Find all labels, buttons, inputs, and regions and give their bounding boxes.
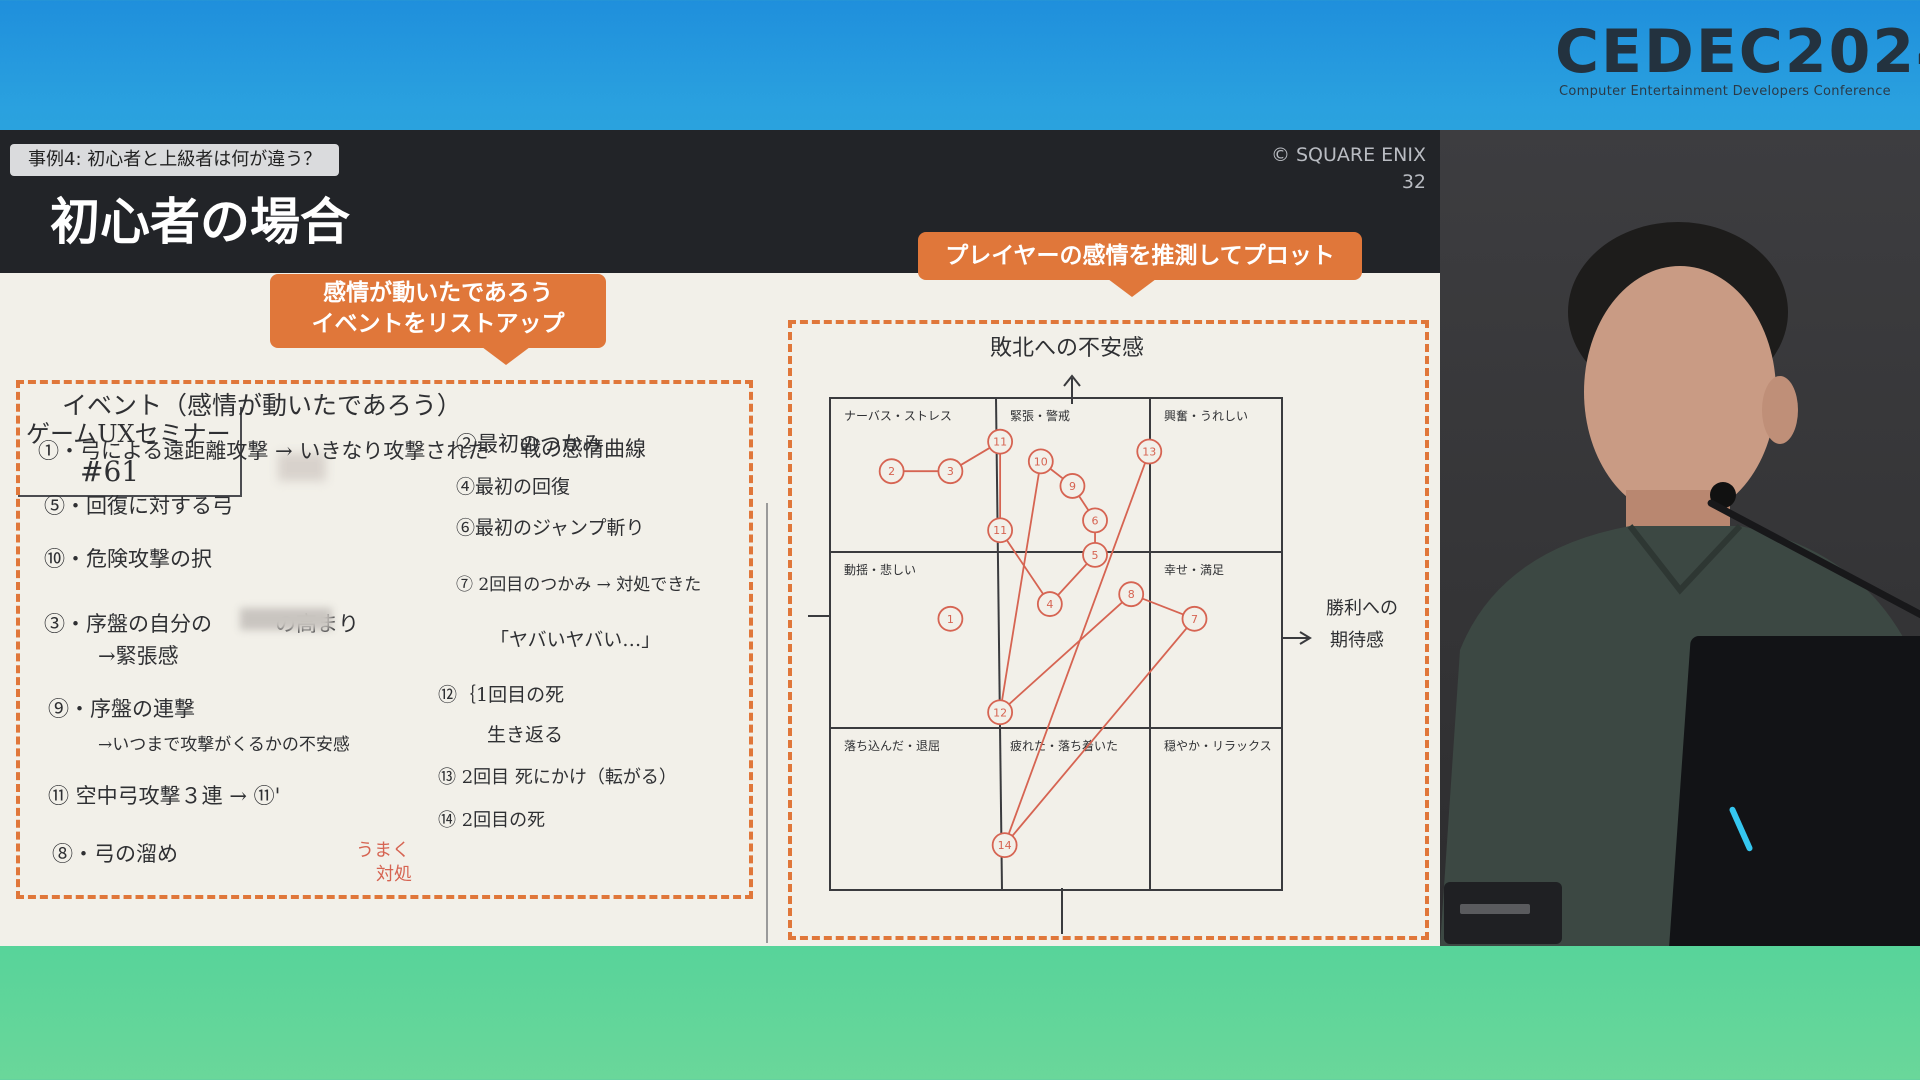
grid-cell-label: 緊張・警戒: [1010, 408, 1070, 423]
grid-cell-label: 動揺・悲しい: [844, 562, 916, 577]
grid-cell-label: ナーバス・ストレス: [844, 409, 952, 423]
cedec-logo: CEDEC2024 Computer Entertainment Develop…: [1555, 17, 1920, 99]
device-display: [1460, 904, 1530, 914]
plot-point-label: 7: [1191, 613, 1198, 626]
laptop: [1669, 636, 1920, 946]
plot-point-label: 14: [998, 839, 1012, 852]
plot-arrow: [1003, 618, 1196, 846]
plot-point-label: 9: [1069, 480, 1076, 493]
grid-cell-label: 疲れた・落ち着いた: [1010, 738, 1118, 753]
plot-point-label: 3: [947, 465, 954, 478]
grid-cell-label: 穏やか・リラックス: [1164, 739, 1272, 753]
plot-point-label: 13: [1142, 446, 1156, 459]
plot-point-label: 11: [993, 436, 1007, 449]
logo-wordmark: CEDEC2024: [1555, 17, 1920, 87]
plot-point-label: 12: [993, 706, 1007, 719]
grid-cell-label: 興奮・うれしい: [1164, 408, 1248, 423]
plot-point-label: 11: [993, 524, 1007, 537]
plot-arrow: [999, 461, 1042, 713]
plot-point-label: 10: [1034, 455, 1048, 468]
plot-arrow: [999, 529, 1051, 605]
grid-cell-label: 幸せ・満足: [1164, 563, 1224, 577]
grid-cell-label: 落ち込んだ・退屈: [844, 739, 940, 753]
plot-point-label: 5: [1092, 549, 1099, 562]
logo-subtitle: Computer Entertainment Developers Confer…: [1559, 84, 1891, 99]
presenter-face: [1584, 266, 1776, 518]
emotion-grid: ナーバス・ストレス 緊張・警戒 興奮・うれしい動揺・悲しい 幸せ・満足落ち込んだ・退屈…: [808, 374, 1312, 934]
plot-arrow: [1003, 451, 1151, 846]
plot-arrow: [999, 593, 1132, 713]
plot-point-label: 6: [1092, 514, 1099, 527]
grid-line-v1: [995, 397, 1003, 891]
audio-device: [1444, 882, 1562, 944]
presentation-slide: 事例4: 初心者と上級者は何が違う？ 初心者の場合 © SQUARE ENIX …: [0, 130, 1440, 946]
presenter-ear: [1762, 376, 1798, 444]
plot-point-label: 1: [947, 613, 954, 626]
plot-point-label: 2: [888, 465, 895, 478]
plot-point-label: 8: [1128, 588, 1135, 601]
plot-point-label: 4: [1046, 598, 1053, 611]
